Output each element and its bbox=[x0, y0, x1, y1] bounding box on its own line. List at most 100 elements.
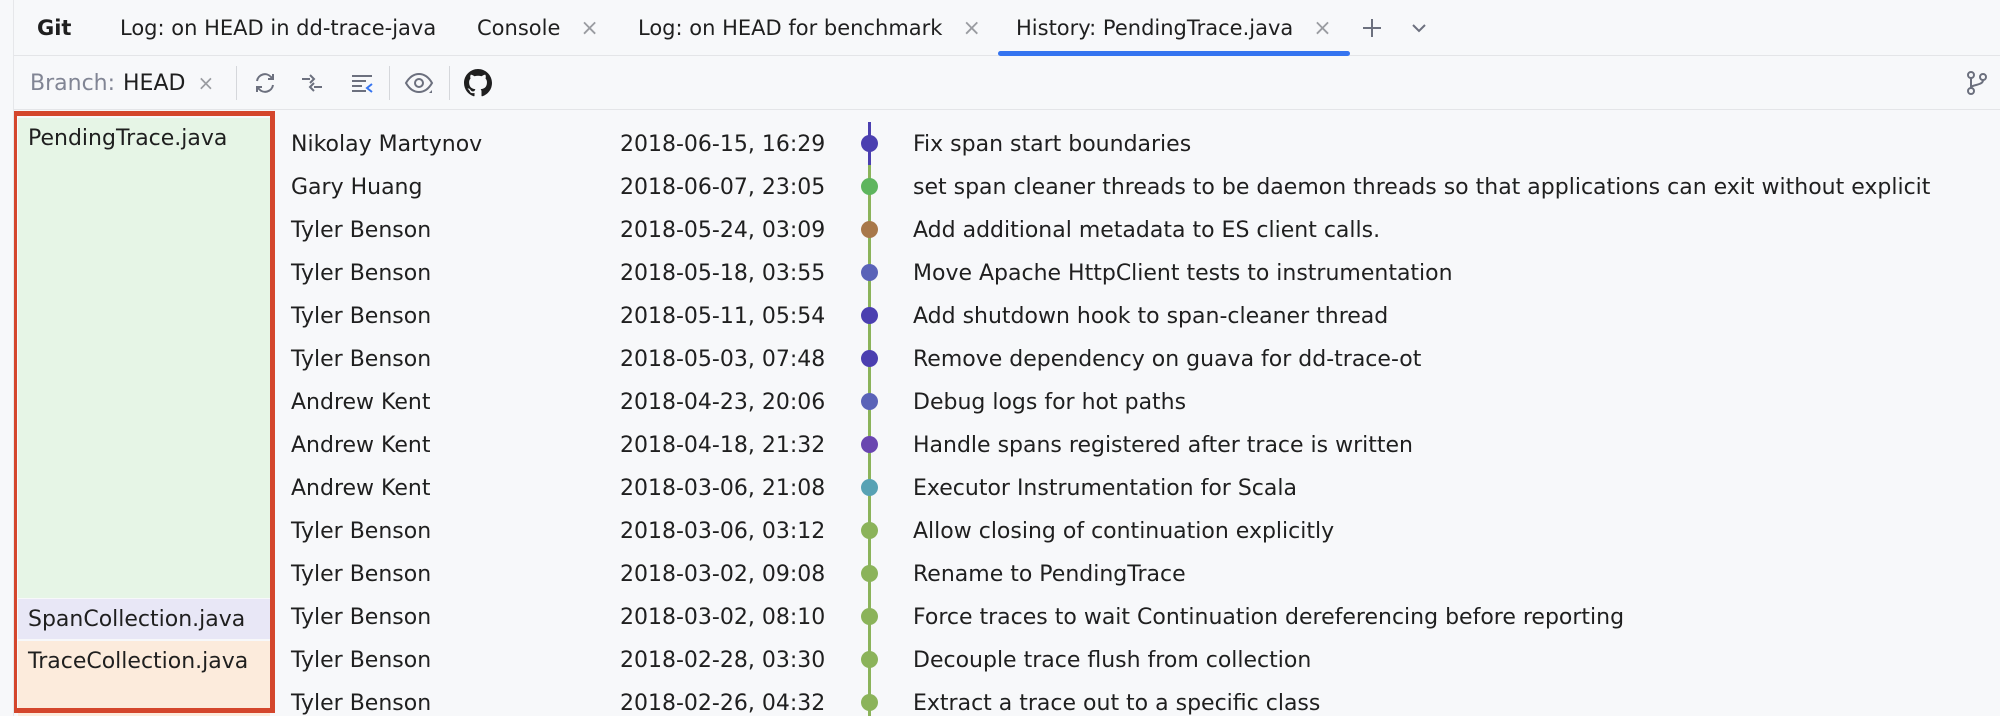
commit-message: Add shutdown hook to span-cleaner thread bbox=[913, 304, 1389, 329]
commit-dot bbox=[861, 479, 878, 496]
branch-filter-value: HEAD bbox=[123, 70, 186, 96]
commit-date: 2018-04-23, 20:06 bbox=[620, 390, 826, 415]
commit-message: Move Apache HttpClient tests to instrume… bbox=[913, 261, 1453, 286]
align-icon[interactable] bbox=[345, 66, 379, 100]
chevron-down-icon[interactable] bbox=[1403, 12, 1435, 44]
table-row[interactable]: Gary Huang 2018-06-07, 23:05 set span clea… bbox=[0, 165, 2000, 208]
collapse-icon[interactable] bbox=[295, 66, 329, 100]
commit-author: Tyler Benson bbox=[291, 519, 432, 544]
commit-dot bbox=[861, 651, 878, 668]
commit-message: Rename to PendingTrace bbox=[913, 562, 1186, 587]
commit-date: 2018-04-18, 21:32 bbox=[620, 433, 826, 458]
history-toolbar: Branch: HEAD × bbox=[0, 56, 2000, 110]
table-row[interactable]: Andrew Kent 2018-03-06, 21:08 Executor Ins… bbox=[0, 466, 2000, 509]
commit-dot bbox=[861, 264, 878, 281]
tool-window-tab-bar: Git Log: on HEAD in dd-trace-java Consol… bbox=[0, 0, 2000, 56]
branch-icon[interactable] bbox=[1960, 66, 1994, 100]
table-row[interactable]: Andrew Kent 2018-04-18, 21:32 Handle spans… bbox=[0, 423, 2000, 466]
commit-date: 2018-03-02, 09:08 bbox=[620, 562, 826, 587]
commit-message: set span cleaner threads to be daemon th… bbox=[913, 175, 1931, 200]
refresh-icon[interactable] bbox=[248, 66, 282, 100]
tab-history-pendingtrace[interactable]: History: PendingTrace.java × bbox=[998, 0, 1350, 56]
table-row[interactable]: Tyler Benson 2018-02-26, 04:32 Extract a t… bbox=[0, 681, 2000, 716]
table-row[interactable]: Andrew Kent 2018-04-23, 20:06 Debug logs f… bbox=[0, 380, 2000, 423]
commit-date: 2018-03-02, 08:10 bbox=[620, 605, 826, 630]
commit-message: Executor Instrumentation for Scala bbox=[913, 476, 1297, 501]
commit-message: Handle spans registered after trace is w… bbox=[913, 433, 1413, 458]
commit-date: 2018-06-15, 16:29 bbox=[620, 132, 826, 157]
toolbar-separator bbox=[449, 66, 450, 100]
branch-filter-label: Branch: bbox=[30, 70, 116, 96]
commit-message: Remove dependency on guava for dd-trace-… bbox=[913, 347, 1422, 372]
commit-message: Extract a trace out to a specific class bbox=[913, 691, 1321, 716]
commit-author: Andrew Kent bbox=[291, 390, 431, 415]
tab-label: Log: on HEAD in dd-trace-java bbox=[120, 16, 437, 40]
commit-dot bbox=[861, 221, 878, 238]
tab-label: History: PendingTrace.java bbox=[1016, 16, 1294, 40]
commit-author: Andrew Kent bbox=[291, 433, 431, 458]
commit-author: Tyler Benson bbox=[291, 218, 432, 243]
commit-author: Tyler Benson bbox=[291, 605, 432, 630]
commit-date: 2018-06-07, 23:05 bbox=[620, 175, 826, 200]
commit-dot bbox=[861, 135, 878, 152]
table-row[interactable]: Tyler Benson 2018-03-02, 08:10 Force trace… bbox=[0, 595, 2000, 638]
history-table: PendingTrace.java SpanCollection.java Tr… bbox=[0, 110, 2000, 716]
toolbar-separator bbox=[236, 66, 237, 100]
commit-dot bbox=[861, 694, 878, 711]
commit-author: Tyler Benson bbox=[291, 562, 432, 587]
commit-date: 2018-02-28, 03:30 bbox=[620, 648, 826, 673]
commit-dot bbox=[861, 393, 878, 410]
commit-date: 2018-03-06, 03:12 bbox=[620, 519, 826, 544]
close-icon[interactable]: × bbox=[580, 16, 598, 41]
commit-author: Nikolay Martynov bbox=[291, 132, 483, 157]
table-row[interactable]: Nikolay Martynov 2018-06-15, 16:29 Fix spa… bbox=[0, 122, 2000, 165]
commit-author: Tyler Benson bbox=[291, 691, 432, 716]
commit-dot bbox=[861, 436, 878, 453]
branch-filter[interactable]: Branch: HEAD × bbox=[30, 56, 214, 110]
table-row[interactable]: Tyler Benson 2018-02-28, 03:30 Decouple tr… bbox=[0, 638, 2000, 681]
commit-dot bbox=[861, 350, 878, 367]
table-row[interactable]: Tyler Benson 2018-05-03, 07:48 Remove depe… bbox=[0, 337, 2000, 380]
commit-dot bbox=[861, 522, 878, 539]
left-gutter bbox=[0, 0, 14, 716]
close-icon[interactable]: × bbox=[197, 71, 214, 95]
tab-log-benchmark[interactable]: Log: on HEAD for benchmark × bbox=[638, 0, 981, 56]
commit-author: Tyler Benson bbox=[291, 347, 432, 372]
table-row[interactable]: Tyler Benson 2018-05-11, 05:54 Add shutdow… bbox=[0, 294, 2000, 337]
toolbar-separator bbox=[389, 66, 390, 100]
commit-dot bbox=[861, 608, 878, 625]
commit-message: Add additional metadata to ES client cal… bbox=[913, 218, 1381, 243]
commit-message: Force traces to wait Continuation derefe… bbox=[913, 605, 1625, 630]
commit-date: 2018-05-24, 03:09 bbox=[620, 218, 826, 243]
commit-date: 2018-05-18, 03:55 bbox=[620, 261, 826, 286]
close-icon[interactable]: × bbox=[962, 16, 980, 41]
commit-dot bbox=[861, 307, 878, 324]
commit-date: 2018-05-11, 05:54 bbox=[620, 304, 826, 329]
tab-console[interactable]: Console × bbox=[477, 0, 599, 56]
commit-author: Tyler Benson bbox=[291, 261, 432, 286]
commit-date: 2018-02-26, 04:32 bbox=[620, 691, 826, 716]
commit-message: Fix span start boundaries bbox=[913, 132, 1192, 157]
table-row[interactable]: Tyler Benson 2018-03-02, 09:08 Rename to P… bbox=[0, 552, 2000, 595]
commit-author: Tyler Benson bbox=[291, 304, 432, 329]
tab-log-dd-trace-java[interactable]: Log: on HEAD in dd-trace-java bbox=[120, 0, 436, 56]
commit-date: 2018-05-03, 07:48 bbox=[620, 347, 826, 372]
commit-author: Andrew Kent bbox=[291, 476, 431, 501]
tab-git[interactable]: Git bbox=[37, 0, 71, 56]
table-row[interactable]: Tyler Benson 2018-05-18, 03:55 Move Apache… bbox=[0, 251, 2000, 294]
github-icon[interactable] bbox=[461, 66, 495, 100]
tab-label: Console bbox=[477, 16, 561, 40]
plus-icon[interactable] bbox=[1356, 12, 1388, 44]
tab-label: Git bbox=[37, 16, 72, 40]
eye-icon[interactable] bbox=[402, 66, 436, 100]
commit-author: Gary Huang bbox=[291, 175, 423, 200]
table-row[interactable]: Tyler Benson 2018-05-24, 03:09 Add additio… bbox=[0, 208, 2000, 251]
commit-date: 2018-03-06, 21:08 bbox=[620, 476, 826, 501]
table-row[interactable]: Tyler Benson 2018-03-06, 03:12 Allow closi… bbox=[0, 509, 2000, 552]
commit-message: Debug logs for hot paths bbox=[913, 390, 1187, 415]
commit-dot bbox=[861, 565, 878, 582]
tab-label: Log: on HEAD for benchmark bbox=[638, 16, 943, 40]
close-icon[interactable]: × bbox=[1313, 16, 1331, 41]
commit-author: Tyler Benson bbox=[291, 648, 432, 673]
commit-message: Decouple trace flush from collection bbox=[913, 648, 1312, 673]
